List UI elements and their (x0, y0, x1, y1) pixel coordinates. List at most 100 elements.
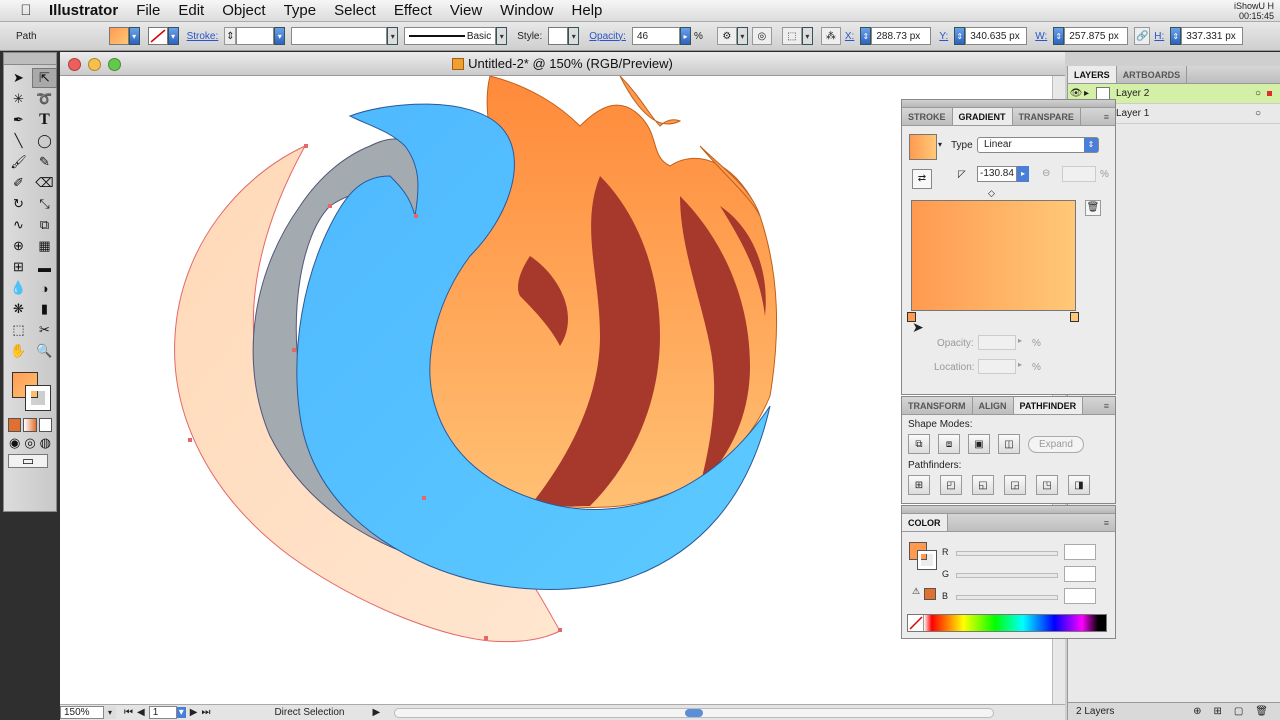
angle-dropdown[interactable]: ▸ (1017, 166, 1029, 182)
stop-location-field[interactable] (978, 359, 1016, 374)
tab-color[interactable]: COLOR (902, 514, 948, 531)
outline-icon[interactable]: ◳ (1036, 475, 1058, 495)
menu-help[interactable]: Help (563, 2, 612, 19)
variable-width-field[interactable] (291, 27, 388, 45)
menu-file[interactable]: File (127, 2, 169, 19)
none-color-icon[interactable] (908, 615, 924, 631)
eyedropper-tool-icon[interactable]: 💧 (6, 278, 31, 298)
perspective-grid-tool-icon[interactable]: ▦ (32, 236, 57, 256)
paintbrush-tool-icon[interactable]: 🖌 (6, 152, 31, 172)
channel-g-field[interactable] (1064, 566, 1096, 582)
unite-icon[interactable]: ⧉ (908, 434, 930, 454)
gradient-type-select[interactable]: Linear ⇕ (977, 137, 1099, 153)
tab-pathfinder[interactable]: PATHFINDER (1013, 397, 1084, 414)
gradient-panel-header[interactable] (902, 100, 1115, 108)
gradient-tool-icon[interactable]: ▬ (32, 257, 57, 277)
reverse-gradient-icon[interactable]: ⇄ (912, 169, 932, 189)
eraser-tool-icon[interactable]: ⌫ (32, 173, 57, 193)
stroke-label[interactable]: Stroke: (187, 31, 219, 42)
gradient-stop-end[interactable] (1070, 312, 1079, 322)
h-field[interactable]: 337.331 px (1181, 27, 1244, 45)
stroke-color-box[interactable] (25, 385, 51, 411)
merge-icon[interactable]: ◱ (972, 475, 994, 495)
y-field[interactable]: 340.635 px (965, 27, 1028, 45)
tab-gradient[interactable]: GRADIENT (952, 108, 1013, 125)
draw-inside-icon[interactable]: ◍ (39, 435, 52, 450)
brush-dropdown[interactable]: ▾ (496, 27, 508, 45)
draw-normal-icon[interactable]: ◉ (8, 435, 21, 450)
menu-type[interactable]: Type (275, 2, 326, 19)
type-tool-icon[interactable]: T (32, 110, 57, 130)
menu-view[interactable]: View (441, 2, 491, 19)
stroke-dropdown[interactable]: ▾ (167, 27, 179, 45)
gradient-mode-icon[interactable] (23, 418, 37, 432)
zoom-tool-icon[interactable]: 🔍 (32, 341, 57, 361)
pencil-tool-icon[interactable]: ✎ (32, 152, 57, 172)
graph-tool-icon[interactable]: ▮ (32, 299, 57, 319)
layer-target-icon[interactable]: ○ (1255, 108, 1261, 119)
style-dropdown[interactable]: ▾ (568, 27, 580, 45)
w-stepper[interactable]: ⇕ (1053, 27, 1065, 45)
menu-object[interactable]: Object (213, 2, 274, 19)
opacity-field[interactable]: 46 (631, 27, 680, 45)
artboard-number-field[interactable]: 1 (148, 706, 177, 719)
channel-b-slider[interactable] (956, 595, 1058, 600)
zoom-window-button[interactable] (108, 58, 121, 71)
delete-layer-icon[interactable]: 🗑 (1255, 706, 1268, 717)
horizontal-scrollbar[interactable] (394, 707, 995, 718)
minimize-window-button[interactable] (88, 58, 101, 71)
mesh-tool-icon[interactable]: ⊞ (6, 257, 31, 277)
status-tool-label[interactable]: Direct Selection (274, 707, 344, 718)
color-mode-icon[interactable] (8, 418, 22, 432)
exclude-icon[interactable]: ◫ (998, 434, 1020, 454)
aspect-ratio-field[interactable] (1062, 166, 1096, 182)
stop-location-arrow[interactable]: ▸ (1018, 360, 1022, 369)
panel-menu-icon[interactable]: ≡ (1098, 397, 1115, 414)
opacity-label[interactable]: Opacity: (589, 31, 626, 42)
free-transform-tool-icon[interactable]: ⧉ (32, 215, 57, 235)
gradient-midpoint-diamond[interactable]: ◇ (988, 188, 995, 199)
angle-field[interactable]: -130.84 (977, 166, 1017, 182)
layer-name[interactable]: Layer 1 (1116, 108, 1255, 119)
crop-icon[interactable]: ◲ (1004, 475, 1026, 495)
expand-button[interactable]: Expand (1028, 435, 1084, 453)
magic-wand-tool-icon[interactable]: ✳ (6, 89, 31, 109)
new-layer-icon[interactable]: ▢ (1234, 706, 1243, 717)
menu-app[interactable]: Illustrator (40, 2, 127, 19)
last-color-swatch[interactable] (924, 588, 936, 600)
lasso-tool-icon[interactable]: ➰ (32, 89, 57, 109)
y-label[interactable]: Y: (939, 31, 948, 42)
divide-icon[interactable]: ⊞ (908, 475, 930, 495)
prev-artboard-button[interactable]: ◀ (137, 707, 145, 718)
h-label[interactable]: H: (1154, 31, 1164, 42)
first-artboard-button[interactable]: ⏮ (124, 707, 133, 718)
rotate-tool-icon[interactable]: ↻ (6, 194, 31, 214)
minus-front-icon[interactable]: ⧈ (938, 434, 960, 454)
ellipse-tool-icon[interactable]: ◯ (32, 131, 57, 151)
trim-icon[interactable]: ◰ (940, 475, 962, 495)
tab-transform[interactable]: TRANSFORM (902, 397, 973, 414)
delete-stop-icon[interactable]: 🗑 (1085, 200, 1101, 216)
draw-behind-icon[interactable]: ◎ (23, 435, 36, 450)
channel-r-field[interactable] (1064, 544, 1096, 560)
stop-opacity-field[interactable] (978, 335, 1016, 350)
slice-tool-icon[interactable]: ✂ (32, 320, 57, 340)
tab-stroke[interactable]: STROKE (902, 108, 953, 125)
transform-reference-icon[interactable]: ⁂ (820, 27, 841, 45)
align-to-dropdown[interactable]: ▾ (801, 27, 813, 45)
screen-mode-icon[interactable]: ▭ (8, 453, 48, 468)
line-tool-icon[interactable]: ╲ (6, 131, 31, 151)
intersect-icon[interactable]: ▣ (968, 434, 990, 454)
expand-arrow-icon[interactable]: ▸ (1084, 88, 1096, 99)
zoom-level-field[interactable]: 150% (60, 706, 104, 719)
zoom-dropdown[interactable]: ▾ (104, 706, 116, 719)
hand-tool-icon[interactable]: ✋ (6, 341, 31, 361)
align-to-icon[interactable]: ⬚ (781, 27, 802, 45)
stroke-weight-stepper[interactable]: ⇕ (224, 27, 237, 45)
panel-menu-icon[interactable]: ≡ (1098, 514, 1115, 531)
global-edit-icon[interactable]: ◎ (751, 27, 772, 45)
channel-g-slider[interactable] (956, 573, 1058, 578)
out-of-gamut-icon[interactable]: ⚠ (912, 586, 920, 597)
none-mode-icon[interactable] (38, 418, 52, 432)
color-spectrum-bar[interactable] (907, 614, 1107, 632)
